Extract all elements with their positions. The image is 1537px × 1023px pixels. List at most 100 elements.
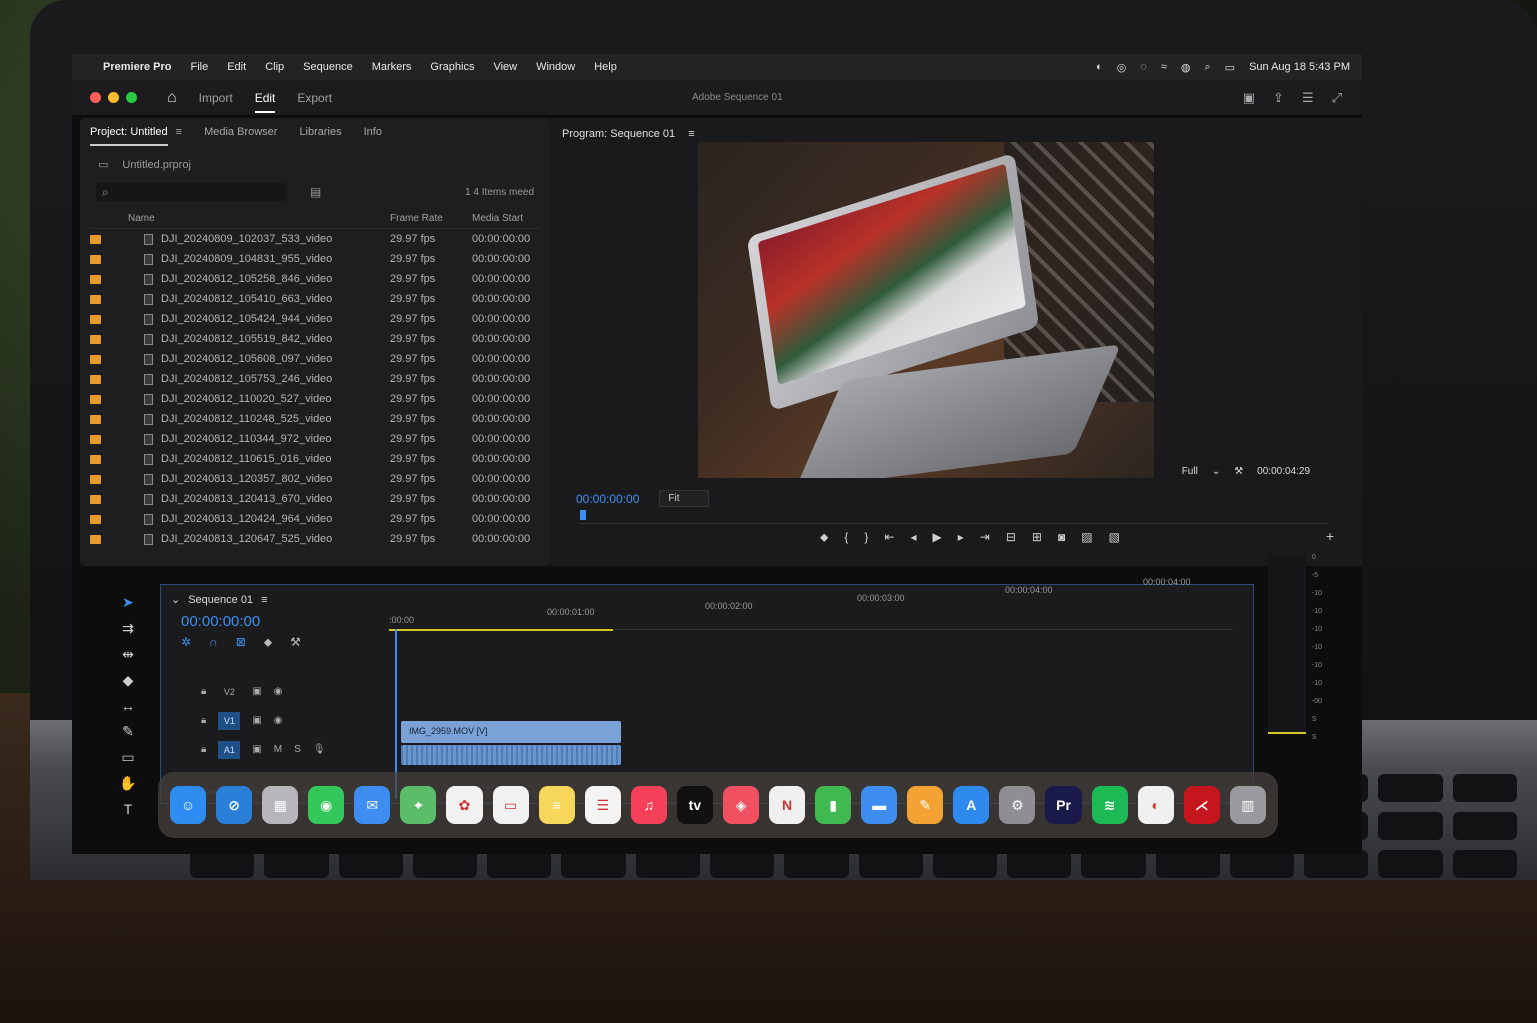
go-to-in-icon[interactable]: ⇤ xyxy=(884,530,894,545)
launchpad-icon[interactable]: ▦ xyxy=(262,786,299,824)
photos-icon[interactable]: ✿ xyxy=(446,786,483,824)
pen-icon[interactable]: ✎ xyxy=(122,723,134,740)
finder-icon[interactable]: ☺ xyxy=(170,786,207,824)
track-target[interactable]: A1 xyxy=(218,740,241,759)
news-reader-icon[interactable]: ◈ xyxy=(722,786,760,824)
news-icon[interactable]: N xyxy=(769,786,806,824)
meter-solo-button[interactable]: S xyxy=(1312,716,1322,723)
share-icon[interactable]: ⇪ xyxy=(1273,90,1284,106)
insert-icon[interactable]: ⊟ xyxy=(1006,530,1016,545)
mark-out-icon[interactable]: } xyxy=(864,530,868,545)
ripple-edit-icon[interactable]: ⇹ xyxy=(122,646,134,663)
file-row[interactable]: DJI_20240813_120647_525_video 29.97 fps 00… xyxy=(90,529,540,549)
tab-project[interactable]: Project: Untitled xyxy=(90,126,168,146)
step-back-icon[interactable]: ◂ xyxy=(911,530,917,545)
file-row[interactable]: DJI_20240809_102037_533_video 29.97 fps 00… xyxy=(90,229,540,249)
menu-graphics[interactable]: Graphics xyxy=(430,61,474,73)
sync-lock-icon[interactable]: ▣ xyxy=(252,686,261,697)
pages-icon[interactable]: ✎ xyxy=(907,786,944,824)
sync-lock-icon[interactable]: ▣ xyxy=(252,744,261,755)
eye-icon[interactable]: ◉ xyxy=(274,715,283,726)
column-media-start[interactable]: Media Start xyxy=(472,213,552,228)
menubar-datetime[interactable]: Sun Aug 18 5:43 PM xyxy=(1249,61,1350,73)
menu-clip[interactable]: Clip xyxy=(265,61,284,73)
battery-icon[interactable]: ▭ xyxy=(1225,61,1235,74)
control-center-icon[interactable]: ◍ xyxy=(1181,61,1191,74)
messages-icon[interactable]: ◉ xyxy=(308,786,345,824)
export-frame-icon[interactable]: ◙ xyxy=(1058,530,1065,545)
keynote-icon[interactable]: ▬ xyxy=(861,786,898,824)
menu-view[interactable]: View xyxy=(493,61,517,73)
menu-window[interactable]: Window xyxy=(536,61,575,73)
menu-help[interactable]: Help xyxy=(594,61,617,73)
meter-solo-button[interactable]: S xyxy=(1312,734,1322,741)
monitor-playhead[interactable] xyxy=(580,510,586,520)
spotify-icon[interactable]: ≋ xyxy=(1091,786,1128,824)
monitor-scrubber[interactable] xyxy=(580,510,1328,524)
system-settings-icon[interactable]: ⚙ xyxy=(999,786,1036,824)
work-area-bar[interactable] xyxy=(389,629,613,631)
chrome-icon[interactable]: ◐ xyxy=(1137,786,1174,824)
file-row[interactable]: DJI_20240812_105519_842_video 29.97 fps 00… xyxy=(90,329,540,349)
file-row[interactable]: DJI_20240812_105753_246_video 29.97 fps 00… xyxy=(90,369,540,389)
menu-sequence[interactable]: Sequence xyxy=(303,61,353,73)
column-name[interactable]: Name xyxy=(120,213,390,228)
file-row[interactable]: DJI_20240812_105424_944_video 29.97 fps 00… xyxy=(90,309,540,329)
close-window-button[interactable] xyxy=(90,92,101,103)
menu-file[interactable]: File xyxy=(190,61,208,73)
reminders-icon[interactable]: ☰ xyxy=(584,786,621,824)
maps-icon[interactable]: ⌖ xyxy=(400,786,437,824)
premiere-pro-icon[interactable]: Pr xyxy=(1045,786,1082,824)
app-store-icon[interactable]: A xyxy=(953,786,990,824)
lock-icon[interactable]: 🔒︎ xyxy=(201,744,206,755)
selection-tool-icon[interactable]: ➤ xyxy=(122,594,134,611)
menu-markers[interactable]: Markers xyxy=(372,61,412,73)
fullscreen-icon[interactable]: ⤢ xyxy=(1332,90,1342,106)
file-row[interactable]: DJI_20240812_105608_097_video 29.97 fps 00… xyxy=(90,349,540,369)
add-marker-icon[interactable]: ⬥ xyxy=(264,635,272,650)
solo-button[interactable]: S xyxy=(294,744,301,755)
eye-icon[interactable]: ◉ xyxy=(274,686,283,697)
settings-wrench-icon[interactable]: ⚒ xyxy=(1234,466,1243,477)
button-editor-icon[interactable]: + xyxy=(1326,528,1334,544)
insert-nest-icon[interactable]: ✲ xyxy=(181,635,191,650)
time-ruler[interactable]: :00:00 00:00:01:00 00:00:02:00 00:00:03:… xyxy=(389,577,1233,639)
type-icon[interactable]: T xyxy=(124,801,133,817)
track-select-icon[interactable]: ⇉ xyxy=(122,620,134,637)
timeline-settings-icon[interactable]: ⚒ xyxy=(290,635,301,650)
apple-tv-icon[interactable]: tv xyxy=(676,786,713,824)
workspaces-menu-icon[interactable]: ☰ xyxy=(1302,90,1314,106)
lock-icon[interactable]: 🔒︎ xyxy=(201,686,206,697)
video-clip[interactable]: IMG_2959.MOV [V] xyxy=(401,721,621,743)
tab-libraries[interactable]: Libraries xyxy=(299,126,341,146)
rectangle-icon[interactable]: ▭ xyxy=(121,749,134,766)
video-preview[interactable] xyxy=(698,142,1154,478)
home-icon[interactable]: ⌂ xyxy=(167,89,177,107)
lock-icon[interactable]: 🔒︎ xyxy=(201,715,206,726)
safari-icon[interactable]: ⊘ xyxy=(216,786,253,824)
tab-export[interactable]: Export xyxy=(297,91,332,105)
wifi-icon[interactable]: ≈ xyxy=(1161,61,1167,73)
track-target[interactable]: V1 xyxy=(218,711,241,730)
creative-cloud-icon[interactable]: ◐ xyxy=(1096,61,1103,73)
file-row[interactable]: DJI_20240812_110615_016_video 29.97 fps 00… xyxy=(90,449,540,469)
file-row[interactable]: DJI_20240809_104831_955_video 29.97 fps 00… xyxy=(90,249,540,269)
music-icon[interactable]: ♫ xyxy=(630,786,667,824)
file-row[interactable]: DJI_20240812_105258_846_video 29.97 fps 00… xyxy=(90,269,540,289)
file-row[interactable]: DJI_20240813_120424_964_video 29.97 fps 00… xyxy=(90,509,540,529)
sequence-tab[interactable]: Sequence 01 xyxy=(188,594,253,606)
chevron-down-icon[interactable]: ⌄ xyxy=(171,593,180,606)
zoom-window-button[interactable] xyxy=(126,92,137,103)
mute-button[interactable]: M xyxy=(274,744,282,755)
playhead-timecode[interactable]: 00:00:00:00 xyxy=(576,492,639,506)
file-row[interactable]: DJI_20240812_110344_972_video 29.97 fps 00… xyxy=(90,429,540,449)
new-bin-icon[interactable]: ▤ xyxy=(310,185,321,199)
battery-saver-icon[interactable]: ◌ xyxy=(1140,61,1147,73)
step-forward-icon[interactable]: ▸ xyxy=(958,530,964,545)
linked-selection-icon[interactable]: ⊠ xyxy=(236,635,246,650)
hand-icon[interactable]: ✋ xyxy=(119,775,136,792)
file-row[interactable]: DJI_20240812_110248_525_video 29.97 fps 00… xyxy=(90,409,540,429)
file-row[interactable]: DJI_20240812_105410_663_video 29.97 fps 00… xyxy=(90,289,540,309)
microphone-icon[interactable]: 🎙︎ xyxy=(313,744,326,755)
snap-icon[interactable]: ∩ xyxy=(209,635,218,650)
